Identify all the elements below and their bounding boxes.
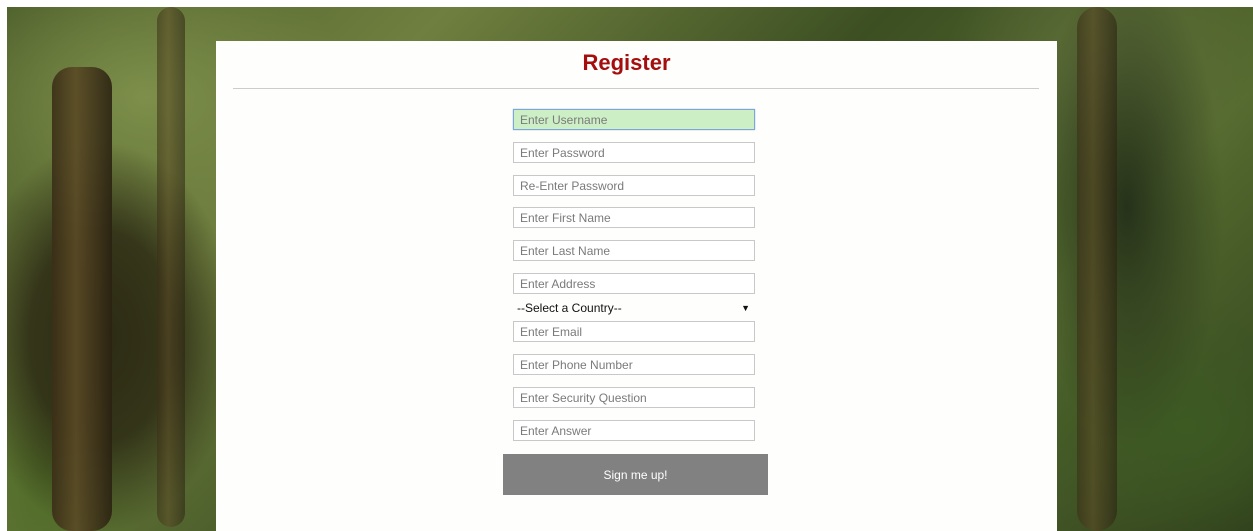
email-input[interactable] [513,321,755,342]
tree-trunk-right [1077,7,1117,531]
title-divider [233,88,1039,89]
phone-input[interactable] [513,354,755,375]
password-input[interactable] [513,142,755,163]
last-name-input[interactable] [513,240,755,261]
security-question-input[interactable] [513,387,755,408]
country-select[interactable]: --Select a Country-- ▼ [513,299,755,317]
first-name-input[interactable] [513,207,755,228]
country-select-value: --Select a Country-- [517,301,622,315]
answer-input[interactable] [513,420,755,441]
username-input[interactable] [513,109,755,130]
sign-up-button[interactable]: Sign me up! [503,454,768,495]
re-password-input[interactable] [513,175,755,196]
tree-trunk-left [52,67,112,531]
dropdown-arrow-icon: ▼ [741,303,750,313]
tree-trunk-left-thin [157,7,185,527]
page-title: Register [582,50,671,75]
address-input[interactable] [513,273,755,294]
